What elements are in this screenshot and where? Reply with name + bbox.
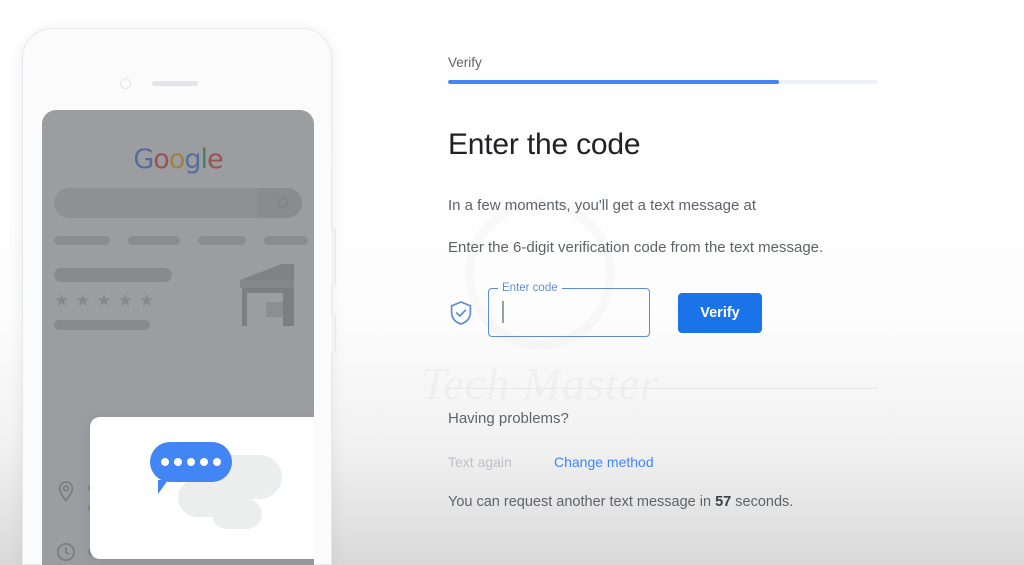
verification-panel: Verify Enter the code In a few moments, … xyxy=(448,0,888,565)
phone-screen: Google ★★★★★ xyxy=(42,110,314,565)
countdown-prefix: You can request another text message in xyxy=(448,494,716,510)
instruction-line-2: Enter the 6-digit verification code from… xyxy=(448,239,824,256)
countdown-suffix: seconds. xyxy=(731,494,794,510)
help-section-title: Having problems? xyxy=(448,410,569,427)
change-method-link[interactable]: Change method xyxy=(554,454,654,470)
typing-dot xyxy=(174,458,182,466)
code-input[interactable] xyxy=(500,298,638,326)
progress-bar xyxy=(448,80,878,84)
code-entry-row: Enter code Verify xyxy=(448,280,762,337)
shield-check-icon xyxy=(450,300,472,325)
phone-camera-icon xyxy=(120,78,131,89)
instruction-line-1: In a few moments, you'll get a text mess… xyxy=(448,197,757,214)
text-again-button[interactable]: Text again xyxy=(448,454,554,470)
phone-volume-button xyxy=(331,314,336,354)
page-title: Enter the code xyxy=(448,128,641,161)
help-actions: Text again Change method xyxy=(448,454,654,470)
section-divider xyxy=(448,388,878,389)
typing-dot xyxy=(213,458,221,466)
progress-bar-fill xyxy=(448,80,780,84)
countdown-text: You can request another text message in … xyxy=(448,494,793,510)
countdown-seconds: 57 xyxy=(715,494,732,510)
phone-speaker-grille xyxy=(152,81,198,86)
verify-button[interactable]: Verify xyxy=(678,292,762,333)
sms-notification-card xyxy=(90,417,314,559)
phone-side-button xyxy=(331,228,336,286)
typing-dot xyxy=(187,458,195,466)
code-field-label: Enter code xyxy=(498,280,562,296)
step-label: Verify xyxy=(448,55,482,70)
typing-dots xyxy=(150,442,232,482)
speech-bubble-icon xyxy=(150,442,232,494)
phone-mockup: Google ★★★★★ xyxy=(22,28,336,565)
typing-dot xyxy=(161,458,169,466)
typing-dot xyxy=(200,458,208,466)
speech-bubble-background xyxy=(212,499,262,529)
code-input-field[interactable]: Enter code xyxy=(488,280,650,337)
